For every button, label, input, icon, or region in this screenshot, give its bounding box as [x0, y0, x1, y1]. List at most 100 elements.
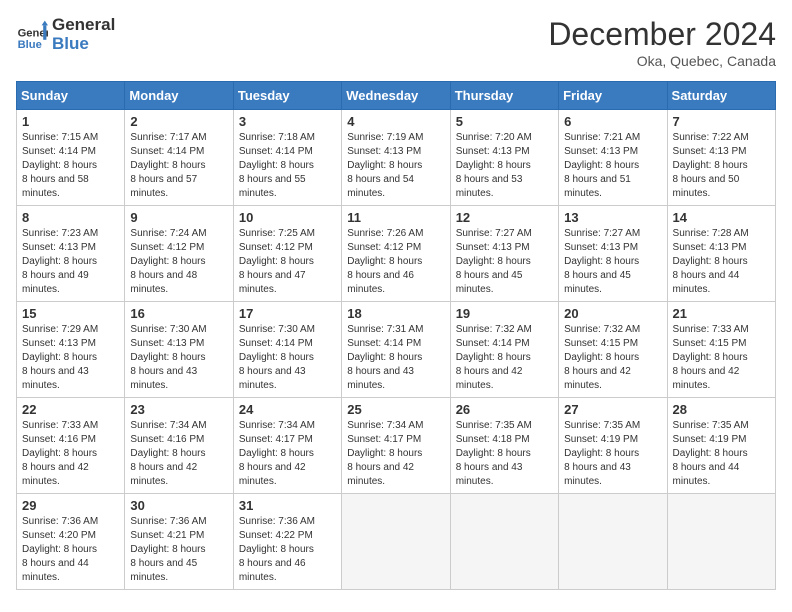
calendar-cell: 26 Sunrise: 7:35 AMSunset: 4:18 PMDayligh… — [450, 398, 558, 494]
day-info: Sunrise: 7:30 AMSunset: 4:14 PMDaylight:… — [239, 323, 336, 393]
calendar-cell: 24Sunrise: 7:34 AMSunset: 4:17 PMDayligh… — [233, 398, 341, 494]
title-section: December 2024 Oka, Quebec, Canada — [548, 16, 776, 69]
logo: General Blue General Blue — [16, 16, 115, 53]
calendar-day-header: Monday — [125, 82, 233, 110]
calendar-cell: 17 Sunrise: 7:30 AMSunset: 4:14 PMDayligh… — [233, 302, 341, 398]
day-number: 26 — [456, 402, 553, 417]
day-number: 10 — [239, 210, 336, 225]
calendar-cell: 7Sunrise: 7:22 AMSunset: 4:13 PMDaylight… — [667, 110, 775, 206]
day-info: Sunrise: 7:30 AMSunset: 4:13 PMDaylight:… — [130, 323, 227, 393]
day-info: Sunrise: 7:31 AMSunset: 4:14 PMDaylight:… — [347, 323, 444, 393]
calendar-day-header: Sunday — [17, 82, 125, 110]
calendar-cell: 1 Sunrise: 7:15 AMSunset: 4:14 PMDaylight… — [17, 110, 125, 206]
day-number: 2 — [130, 114, 227, 129]
day-number: 3 — [239, 114, 336, 129]
day-info: Sunrise: 7:32 AMSunset: 4:15 PMDaylight:… — [564, 323, 661, 393]
day-info: Sunrise: 7:36 AMSunset: 4:21 PMDaylight:… — [130, 515, 227, 585]
logo-general: General — [52, 16, 115, 35]
calendar-cell: 6Sunrise: 7:21 AMSunset: 4:13 PMDaylight… — [559, 110, 667, 206]
calendar-cell: 31Sunrise: 7:36 AMSunset: 4:22 PMDayligh… — [233, 494, 341, 590]
calendar-cell: 30 Sunrise: 7:36 AMSunset: 4:21 PMDayligh… — [125, 494, 233, 590]
day-number: 21 — [673, 306, 770, 321]
calendar-cell: 28 Sunrise: 7:35 AMSunset: 4:19 PMDayligh… — [667, 398, 775, 494]
day-info: Sunrise: 7:33 AMSunset: 4:16 PMDaylight:… — [22, 419, 119, 489]
day-number: 29 — [22, 498, 119, 513]
day-number: 5 — [456, 114, 553, 129]
calendar-week-row: 15 Sunrise: 7:29 AMSunset: 4:13 PMDayligh… — [17, 302, 776, 398]
day-number: 17 — [239, 306, 336, 321]
calendar-cell: 18 Sunrise: 7:31 AMSunset: 4:14 PMDayligh… — [342, 302, 450, 398]
day-info: Sunrise: 7:23 AMSunset: 4:13 PMDaylight:… — [22, 227, 119, 297]
calendar-cell — [559, 494, 667, 590]
day-info: Sunrise: 7:17 AMSunset: 4:14 PMDaylight:… — [130, 131, 227, 201]
day-info: Sunrise: 7:21 AMSunset: 4:13 PMDaylight:… — [564, 131, 661, 201]
day-number: 25 — [347, 402, 444, 417]
day-info: Sunrise: 7:27 AMSunset: 4:13 PMDaylight:… — [564, 227, 661, 297]
calendar-cell: 13Sunrise: 7:27 AMSunset: 4:13 PMDayligh… — [559, 206, 667, 302]
calendar-cell: 5 Sunrise: 7:20 AMSunset: 4:13 PMDaylight… — [450, 110, 558, 206]
calendar-day-header: Friday — [559, 82, 667, 110]
day-number: 9 — [130, 210, 227, 225]
day-number: 7 — [673, 114, 770, 129]
day-number: 1 — [22, 114, 119, 129]
day-number: 15 — [22, 306, 119, 321]
day-info: Sunrise: 7:35 AMSunset: 4:19 PMDaylight:… — [564, 419, 661, 489]
day-info: Sunrise: 7:33 AMSunset: 4:15 PMDaylight:… — [673, 323, 770, 393]
calendar-week-row: 1 Sunrise: 7:15 AMSunset: 4:14 PMDaylight… — [17, 110, 776, 206]
calendar-cell: 8 Sunrise: 7:23 AMSunset: 4:13 PMDaylight… — [17, 206, 125, 302]
day-number: 28 — [673, 402, 770, 417]
day-number: 4 — [347, 114, 444, 129]
calendar-cell: 27 Sunrise: 7:35 AMSunset: 4:19 PMDayligh… — [559, 398, 667, 494]
day-info: Sunrise: 7:29 AMSunset: 4:13 PMDaylight:… — [22, 323, 119, 393]
day-info: Sunrise: 7:25 AMSunset: 4:12 PMDaylight:… — [239, 227, 336, 297]
page-header: General Blue General Blue December 2024 … — [16, 16, 776, 69]
calendar-body: 1 Sunrise: 7:15 AMSunset: 4:14 PMDaylight… — [17, 110, 776, 590]
day-info: Sunrise: 7:15 AMSunset: 4:14 PMDaylight:… — [22, 131, 119, 201]
calendar-cell: 3 Sunrise: 7:18 AMSunset: 4:14 PMDaylight… — [233, 110, 341, 206]
calendar-week-row: 22 Sunrise: 7:33 AMSunset: 4:16 PMDayligh… — [17, 398, 776, 494]
day-info: Sunrise: 7:19 AMSunset: 4:13 PMDaylight:… — [347, 131, 444, 201]
calendar-header-row: SundayMondayTuesdayWednesdayThursdayFrid… — [17, 82, 776, 110]
day-info: Sunrise: 7:36 AMSunset: 4:22 PMDaylight:… — [239, 515, 336, 585]
calendar-cell: 21 Sunrise: 7:33 AMSunset: 4:15 PMDayligh… — [667, 302, 775, 398]
day-number: 22 — [22, 402, 119, 417]
day-info: Sunrise: 7:34 AMSunset: 4:17 PMDaylight:… — [347, 419, 444, 489]
day-number: 30 — [130, 498, 227, 513]
day-number: 18 — [347, 306, 444, 321]
day-info: Sunrise: 7:18 AMSunset: 4:14 PMDaylight:… — [239, 131, 336, 201]
calendar-cell — [667, 494, 775, 590]
day-info: Sunrise: 7:26 AMSunset: 4:12 PMDaylight:… — [347, 227, 444, 297]
calendar-day-header: Wednesday — [342, 82, 450, 110]
day-info: Sunrise: 7:24 AMSunset: 4:12 PMDaylight:… — [130, 227, 227, 297]
calendar-cell: 25 Sunrise: 7:34 AMSunset: 4:17 PMDayligh… — [342, 398, 450, 494]
day-number: 27 — [564, 402, 661, 417]
month-title: December 2024 — [548, 16, 776, 53]
day-number: 14 — [673, 210, 770, 225]
calendar-cell: 15 Sunrise: 7:29 AMSunset: 4:13 PMDayligh… — [17, 302, 125, 398]
day-info: Sunrise: 7:36 AMSunset: 4:20 PMDaylight:… — [22, 515, 119, 585]
day-number: 19 — [456, 306, 553, 321]
day-number: 12 — [456, 210, 553, 225]
svg-text:Blue: Blue — [18, 38, 42, 50]
calendar-cell: 20 Sunrise: 7:32 AMSunset: 4:15 PMDayligh… — [559, 302, 667, 398]
calendar-cell: 14Sunrise: 7:28 AMSunset: 4:13 PMDayligh… — [667, 206, 775, 302]
calendar-cell: 23Sunrise: 7:34 AMSunset: 4:16 PMDayligh… — [125, 398, 233, 494]
calendar-cell: 9 Sunrise: 7:24 AMSunset: 4:12 PMDaylight… — [125, 206, 233, 302]
day-info: Sunrise: 7:34 AMSunset: 4:17 PMDaylight:… — [239, 419, 336, 489]
day-number: 8 — [22, 210, 119, 225]
day-info: Sunrise: 7:32 AMSunset: 4:14 PMDaylight:… — [456, 323, 553, 393]
calendar-cell: 16 Sunrise: 7:30 AMSunset: 4:13 PMDayligh… — [125, 302, 233, 398]
calendar-cell: 11 Sunrise: 7:26 AMSunset: 4:12 PMDayligh… — [342, 206, 450, 302]
day-number: 20 — [564, 306, 661, 321]
day-info: Sunrise: 7:35 AMSunset: 4:19 PMDaylight:… — [673, 419, 770, 489]
day-number: 11 — [347, 210, 444, 225]
calendar-cell: 4 Sunrise: 7:19 AMSunset: 4:13 PMDaylight… — [342, 110, 450, 206]
calendar-cell: 2 Sunrise: 7:17 AMSunset: 4:14 PMDaylight… — [125, 110, 233, 206]
calendar-cell — [342, 494, 450, 590]
calendar-cell: 22 Sunrise: 7:33 AMSunset: 4:16 PMDayligh… — [17, 398, 125, 494]
logo-blue: Blue — [52, 35, 115, 54]
day-number: 16 — [130, 306, 227, 321]
day-info: Sunrise: 7:20 AMSunset: 4:13 PMDaylight:… — [456, 131, 553, 201]
day-info: Sunrise: 7:35 AMSunset: 4:18 PMDaylight:… — [456, 419, 553, 489]
calendar-day-header: Thursday — [450, 82, 558, 110]
